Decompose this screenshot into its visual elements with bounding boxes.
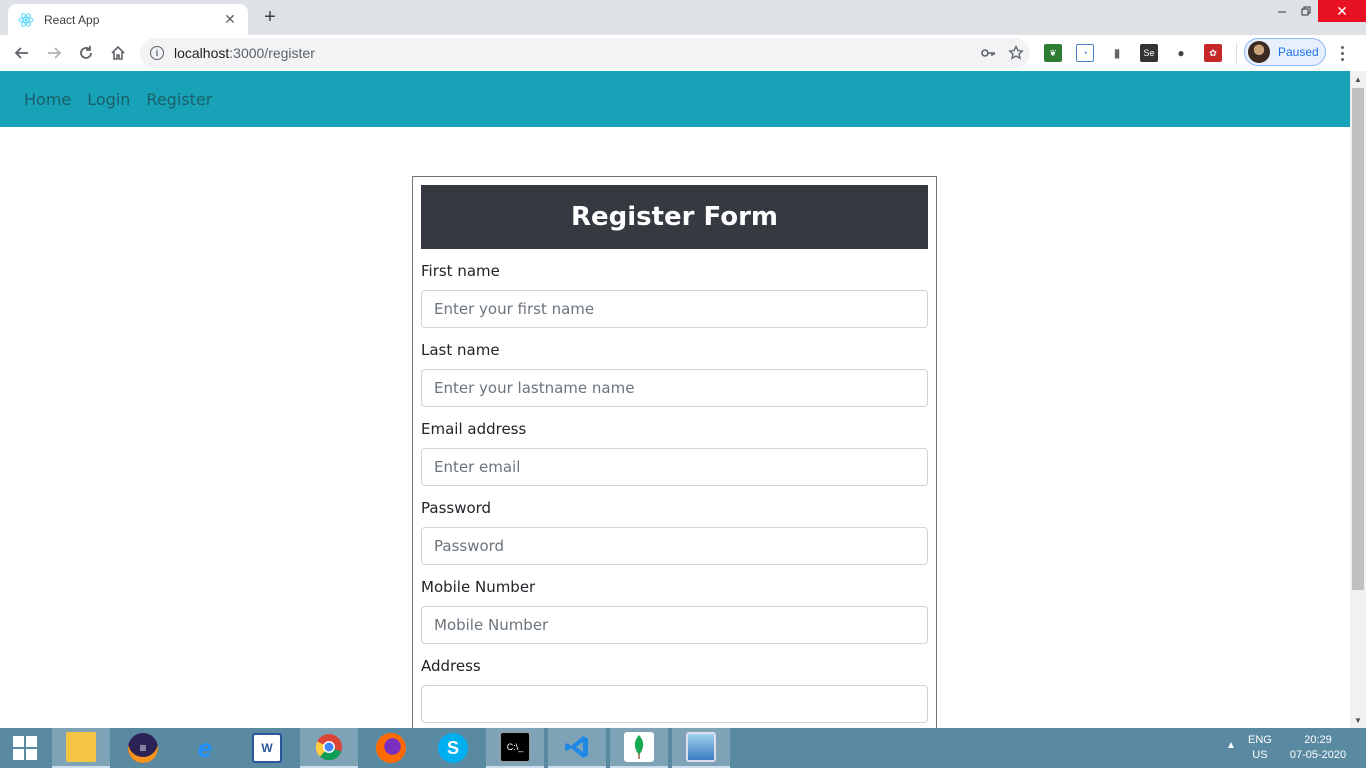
toolbar-divider [1236, 43, 1237, 63]
taskbar-internet-explorer[interactable]: e [176, 728, 234, 768]
profile-status: Paused [1278, 45, 1319, 59]
nav-link-login[interactable]: Login [79, 90, 138, 109]
password-input[interactable] [421, 527, 928, 565]
clock-date: 07-05-2020 [1289, 749, 1347, 761]
register-form: Register Form First name Last name Email… [412, 176, 937, 728]
profile-button[interactable]: Paused [1244, 38, 1326, 66]
tab-title: React App [44, 12, 100, 27]
extension-clock-icon[interactable]: ◔ [1076, 44, 1094, 62]
windows-logo-icon [13, 736, 37, 760]
browser-menu-icon[interactable] [1334, 41, 1350, 65]
show-hidden-icons-icon[interactable]: ▲ [1226, 740, 1236, 751]
close-window-icon[interactable]: ✕ [1318, 0, 1366, 22]
reload-icon[interactable] [74, 41, 98, 65]
home-icon[interactable] [106, 41, 130, 65]
back-arrow-icon[interactable] [10, 41, 34, 65]
taskbar-chrome[interactable] [300, 728, 358, 768]
extension-selenium-icon[interactable]: Se [1140, 44, 1158, 62]
address-bar[interactable]: i localhost:3000/register [140, 38, 1030, 68]
mobile-number-input[interactable] [421, 606, 928, 644]
scroll-thumb[interactable] [1352, 88, 1364, 590]
vscode-icon [562, 732, 592, 762]
nav-link-home[interactable]: Home [16, 90, 79, 109]
word-icon: W [252, 733, 282, 763]
page-viewport: Home Login Register Register Form First … [0, 71, 1350, 728]
system-clock[interactable]: 20:29 07-05-2020 [1288, 733, 1348, 763]
last-name-label: Last name [421, 341, 500, 359]
firefox-icon [376, 733, 406, 763]
first-name-label: First name [421, 262, 500, 280]
scroll-down-arrow-icon[interactable]: ▼ [1350, 712, 1366, 728]
email-label: Email address [421, 420, 527, 438]
taskbar-photos[interactable] [672, 728, 730, 768]
photos-icon [686, 732, 716, 762]
email-input[interactable] [421, 448, 928, 486]
browser-tab[interactable]: React App ✕ [8, 4, 248, 35]
windows-taskbar: ≡ e W S C:\_ ▲ ENG US 20:29 07-05-2020 [0, 728, 1366, 768]
start-button[interactable] [0, 728, 50, 768]
taskbar-word[interactable]: W [238, 728, 296, 768]
app-navbar: Home Login Register [0, 71, 1350, 127]
password-label: Password [421, 499, 492, 517]
file-explorer-icon [66, 732, 96, 762]
mongodb-leaf-icon [624, 732, 654, 762]
first-name-input[interactable] [421, 290, 928, 328]
url-text: localhost:3000/register [174, 45, 315, 61]
address-input[interactable] [421, 685, 928, 723]
taskbar-firefox[interactable] [362, 728, 420, 768]
input-language[interactable]: ENG US [1248, 733, 1272, 763]
taskbar-mongodb[interactable] [610, 728, 668, 768]
react-icon [18, 12, 34, 28]
command-prompt-icon: C:\_ [500, 732, 530, 762]
last-name-input[interactable] [421, 369, 928, 407]
restore-icon[interactable] [1294, 0, 1318, 22]
forward-arrow-icon[interactable] [42, 41, 66, 65]
extension-leaf-icon[interactable]: ❦ [1044, 44, 1062, 62]
taskbar-skype[interactable]: S [424, 728, 482, 768]
internet-explorer-icon: e [197, 732, 213, 763]
page-scrollbar[interactable]: ▲ ▼ [1350, 71, 1366, 728]
key-icon[interactable] [974, 41, 1002, 65]
scroll-up-arrow-icon[interactable]: ▲ [1350, 71, 1366, 87]
window-controls: ✕ [1270, 0, 1366, 22]
chrome-icon [314, 732, 344, 762]
extension-puzzle-icon[interactable]: ✿ [1204, 44, 1222, 62]
language-code: ENG [1248, 734, 1272, 746]
nav-link-register[interactable]: Register [138, 90, 220, 109]
bookmark-star-icon[interactable] [1002, 41, 1030, 65]
extension-chart-icon[interactable]: ▮ [1108, 44, 1126, 62]
browser-tab-strip: React App ✕ + ✕ [0, 0, 1366, 35]
clock-time: 20:29 [1304, 734, 1332, 746]
browser-toolbar: i localhost:3000/register ❦ ◔ ▮ Se ● ✿ P… [0, 35, 1366, 71]
close-tab-icon[interactable]: ✕ [222, 11, 238, 28]
minimize-icon[interactable] [1270, 0, 1294, 22]
skype-icon: S [438, 733, 468, 763]
region-code: US [1252, 749, 1268, 761]
taskbar-eclipse[interactable]: ≡ [114, 728, 172, 768]
extension-circle-icon[interactable]: ● [1172, 44, 1190, 62]
taskbar-file-explorer[interactable] [52, 728, 110, 768]
mobile-number-label: Mobile Number [421, 578, 536, 596]
address-label: Address [421, 657, 481, 675]
eclipse-icon: ≡ [128, 733, 158, 763]
avatar [1248, 41, 1270, 63]
form-title: Register Form [421, 185, 928, 249]
site-info-icon[interactable]: i [150, 46, 164, 60]
taskbar-vscode[interactable] [548, 728, 606, 768]
taskbar-cmd[interactable]: C:\_ [486, 728, 544, 768]
new-tab-icon[interactable]: + [258, 6, 282, 30]
